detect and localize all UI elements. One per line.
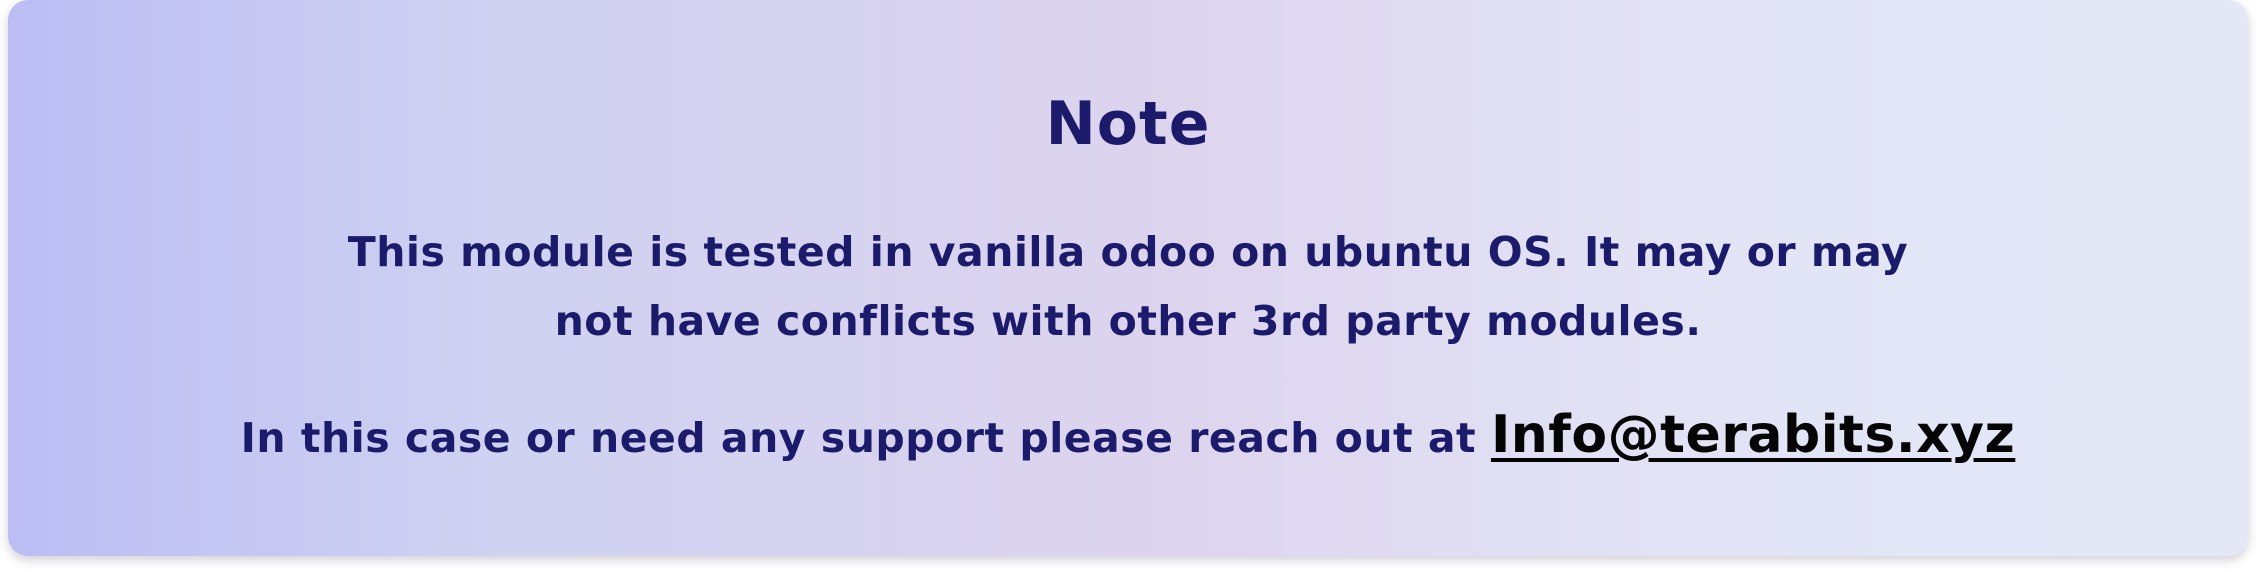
note-card: Note This module is tested in vanilla od… xyxy=(8,0,2248,556)
support-line: In this case or need any support please … xyxy=(8,400,2248,473)
support-email-link[interactable]: Info@terabits.xyz xyxy=(1491,405,2015,465)
support-text: In this case or need any support please … xyxy=(240,414,1491,462)
note-title: Note xyxy=(1045,89,1211,159)
note-description: This module is tested in vanilla odoo on… xyxy=(347,228,1909,345)
